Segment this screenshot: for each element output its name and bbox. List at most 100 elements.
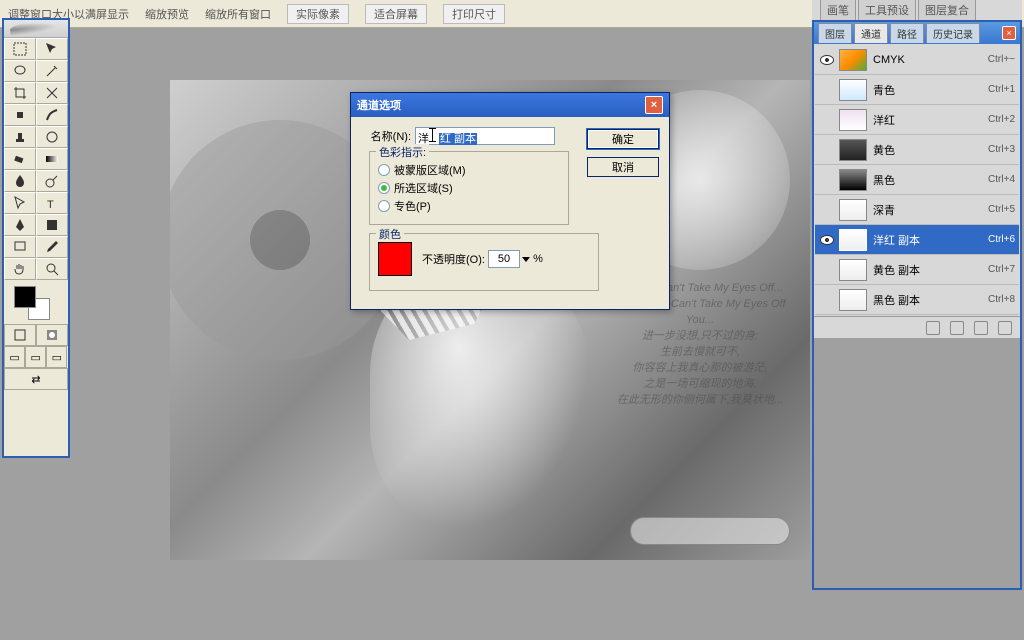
load-selection-icon[interactable] (926, 321, 940, 335)
opacity-input[interactable] (488, 250, 520, 268)
options-cb2[interactable]: 缩放所有窗口 (205, 6, 271, 22)
close-icon[interactable]: × (645, 96, 663, 114)
group-legend: 色彩指示: (376, 144, 429, 160)
foreground-color-swatch[interactable] (14, 286, 36, 308)
channel-row[interactable]: 黄色 副本 Ctrl+7 (815, 255, 1019, 285)
standard-mode-icon[interactable] (4, 324, 36, 346)
brush-tool[interactable] (36, 104, 68, 126)
lasso-tool[interactable] (4, 60, 36, 82)
channel-name: 黑色 副本 (871, 292, 984, 308)
tab-layers[interactable]: 图层 (818, 23, 852, 43)
visibility-icon[interactable] (819, 232, 835, 248)
heal-tool[interactable] (4, 104, 36, 126)
notes-tool[interactable] (4, 236, 36, 258)
tab-history[interactable]: 历史记录 (926, 23, 980, 43)
hand-tool[interactable] (4, 258, 36, 280)
stamp-tool[interactable] (4, 126, 36, 148)
channel-row[interactable]: 黄色 Ctrl+3 (815, 135, 1019, 165)
chevron-down-icon[interactable] (522, 257, 530, 262)
type-tool[interactable]: T (36, 192, 68, 214)
channel-row[interactable]: CMYK Ctrl+~ (815, 45, 1019, 75)
panel-titlebar[interactable]: 图层 通道 路径 历史记录 × (814, 22, 1020, 44)
print-size-button[interactable]: 打印尺寸 (443, 4, 505, 24)
ok-button[interactable]: 确定 (587, 129, 659, 149)
channel-thumbnail[interactable] (839, 49, 867, 71)
channel-name: 黑色 (871, 172, 984, 188)
visibility-icon[interactable] (819, 112, 835, 128)
channel-thumbnail[interactable] (839, 169, 867, 191)
toolbox: T ▭ ▭ ▭ ⇄ (2, 18, 70, 458)
channel-thumbnail[interactable] (839, 259, 867, 281)
channel-thumbnail[interactable] (839, 229, 867, 251)
eyedropper-tool[interactable] (36, 236, 68, 258)
palette-well: 画笔 工具预设 图层复合 (812, 0, 1022, 20)
panel-close-icon[interactable]: × (1002, 26, 1016, 40)
eraser-tool[interactable] (4, 148, 36, 170)
channel-row[interactable]: 青色 Ctrl+1 (815, 75, 1019, 105)
cancel-button[interactable]: 取消 (587, 157, 659, 177)
screen-standard-icon[interactable]: ▭ (4, 346, 25, 368)
visibility-icon[interactable] (819, 82, 835, 98)
gradient-tool[interactable] (36, 148, 68, 170)
radio-spot[interactable]: 专色(P) (378, 198, 560, 214)
percent-label: % (533, 253, 543, 265)
delete-channel-icon[interactable] (998, 321, 1012, 335)
zoom-tool[interactable] (36, 258, 68, 280)
visibility-icon[interactable] (819, 172, 835, 188)
shape-tool[interactable] (36, 214, 68, 236)
quickmask-mode-icon[interactable] (36, 324, 68, 346)
path-select-tool[interactable] (4, 192, 36, 214)
visibility-icon[interactable] (819, 292, 835, 308)
marquee-tool[interactable] (4, 38, 36, 60)
color-swatch[interactable] (378, 242, 412, 276)
move-tool[interactable] (36, 38, 68, 60)
channel-thumbnail[interactable] (839, 199, 867, 221)
visibility-icon[interactable] (819, 142, 835, 158)
channel-thumbnail[interactable] (839, 139, 867, 161)
name-label: 名称(N): (361, 128, 411, 144)
save-selection-icon[interactable] (950, 321, 964, 335)
color-swatches[interactable] (4, 280, 68, 324)
screen-full-menu-icon[interactable]: ▭ (25, 346, 46, 368)
visibility-icon[interactable] (819, 202, 835, 218)
dodge-tool[interactable] (36, 170, 68, 192)
channel-row[interactable]: 深青 Ctrl+5 (815, 195, 1019, 225)
svg-text:T: T (47, 199, 54, 211)
wand-tool[interactable] (36, 60, 68, 82)
channel-shortcut: Ctrl+1 (988, 84, 1015, 95)
history-brush-tool[interactable] (36, 126, 68, 148)
tab-channels[interactable]: 通道 (854, 23, 888, 43)
palette-tab-tool-presets[interactable]: 工具预设 (858, 0, 916, 20)
visibility-icon[interactable] (819, 262, 835, 278)
channel-thumbnail[interactable] (839, 289, 867, 311)
pen-tool[interactable] (4, 214, 36, 236)
channel-thumbnail[interactable] (839, 109, 867, 131)
jump-to-imageready-icon[interactable]: ⇄ (4, 368, 68, 390)
channel-name: 青色 (871, 82, 984, 98)
channel-row[interactable]: 洋红 Ctrl+2 (815, 105, 1019, 135)
visibility-icon[interactable] (819, 52, 835, 68)
name-input[interactable]: 洋红 副本 (415, 127, 555, 145)
toolbox-header[interactable] (4, 20, 68, 38)
options-cb1[interactable]: 缩放预览 (145, 6, 189, 22)
fit-screen-button[interactable]: 适合屏幕 (365, 4, 427, 24)
tab-paths[interactable]: 路径 (890, 23, 924, 43)
channel-name: 深青 (871, 202, 984, 218)
screen-full-icon[interactable]: ▭ (46, 346, 67, 368)
blur-tool[interactable] (4, 170, 36, 192)
channel-row[interactable]: 黑色 Ctrl+4 (815, 165, 1019, 195)
channel-row[interactable]: 洋红 副本 Ctrl+6 (815, 225, 1019, 255)
channel-shortcut: Ctrl+2 (988, 114, 1015, 125)
channel-row[interactable]: 黑色 副本 Ctrl+8 (815, 285, 1019, 315)
dialog-titlebar[interactable]: 通道选项 × (351, 93, 669, 117)
crop-tool[interactable] (4, 82, 36, 104)
actual-pixels-button[interactable]: 实际像素 (287, 4, 349, 24)
palette-tab-brushes[interactable]: 画笔 (820, 0, 856, 20)
new-channel-icon[interactable] (974, 321, 988, 335)
slice-tool[interactable] (36, 82, 68, 104)
palette-tab-layer-comps[interactable]: 图层复合 (918, 0, 976, 20)
channel-thumbnail[interactable] (839, 79, 867, 101)
radio-selected[interactable]: 所选区域(S) (378, 180, 560, 196)
radio-masked[interactable]: 被蒙版区域(M) (378, 162, 560, 178)
channel-shortcut: Ctrl+3 (988, 144, 1015, 155)
